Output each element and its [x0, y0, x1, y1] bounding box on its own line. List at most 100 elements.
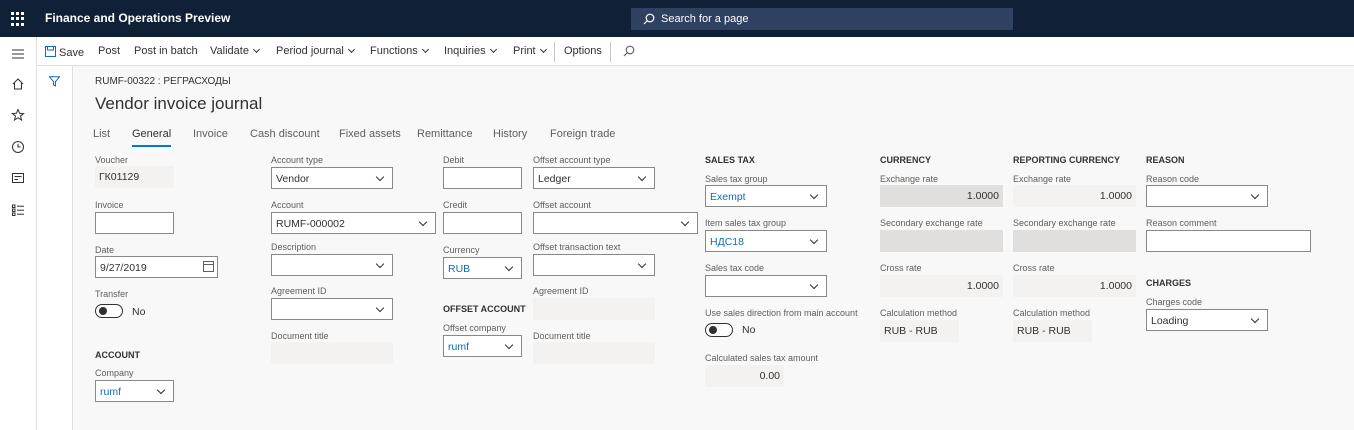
currency-select[interactable]: RUB [443, 257, 522, 279]
hamburger-menu-icon[interactable] [11, 47, 25, 61]
offset-transaction-text-select[interactable] [533, 254, 655, 276]
agreement-id-select[interactable] [271, 298, 393, 320]
exchange-rate-value: 1.0000 [880, 185, 1003, 207]
tab-invoice[interactable]: Invoice [193, 128, 228, 140]
app-title: Finance and Operations Preview [45, 11, 231, 25]
offset-document-title-label: Document title [533, 331, 591, 341]
offset-agreement-id-label: Agreement ID [533, 286, 589, 296]
period-journal-menu[interactable]: Period journal [276, 45, 355, 57]
reporting-calculation-method-value: RUB - RUB [1013, 320, 1092, 342]
options-button[interactable]: Options [564, 45, 602, 57]
reason-comment-label: Reason comment [1146, 218, 1217, 228]
chevron-down-icon [489, 45, 497, 54]
sales-tax-code-select[interactable] [705, 275, 827, 297]
action-bar: Save Post Post in batch Validate Period … [37, 37, 1354, 66]
debit-input[interactable] [443, 167, 522, 189]
offset-account-type-select[interactable]: Ledger [533, 167, 655, 189]
offset-account-label: Offset account [533, 200, 591, 210]
tab-list[interactable]: List [93, 128, 110, 140]
voucher-value: ГК01129 [95, 166, 174, 188]
save-label: Save [59, 47, 85, 59]
use-sales-direction-value: No [742, 324, 756, 336]
home-icon[interactable] [11, 77, 25, 91]
filter-icon[interactable] [49, 76, 60, 87]
search-icon [643, 13, 655, 25]
tab-fixed-assets[interactable]: Fixed assets [339, 128, 401, 140]
search-icon[interactable] [623, 45, 635, 57]
reporting-currency-section-header: REPORTING CURRENCY [1013, 155, 1121, 165]
charges-code-select[interactable]: Loading [1146, 309, 1268, 331]
debit-label: Debit [443, 155, 465, 165]
reporting-secondary-exchange-rate-label: Secondary exchange rate [1013, 218, 1116, 228]
offset-account-select[interactable] [533, 212, 698, 234]
validate-menu[interactable]: Validate [210, 45, 260, 57]
currency-label: Currency [443, 245, 480, 255]
item-sales-tax-group-label: Item sales tax group [705, 218, 787, 228]
account-section-header: ACCOUNT [95, 350, 140, 360]
reason-code-select[interactable] [1146, 185, 1268, 207]
document-title-label: Document title [271, 331, 329, 341]
use-sales-direction-toggle[interactable] [705, 323, 733, 337]
offset-company-select[interactable]: rumf [443, 335, 522, 357]
sales-tax-section-header: SALES TAX [705, 155, 755, 165]
transfer-label: Transfer [95, 289, 129, 299]
offset-document-title-value [533, 342, 655, 364]
date-input[interactable]: 9/27/2019 [95, 256, 218, 278]
calculated-sales-tax-value: 0.00 [705, 365, 784, 387]
tab-general[interactable]: General [132, 128, 172, 147]
transfer-toggle[interactable] [95, 304, 123, 318]
secondary-exchange-rate-value [880, 230, 1003, 252]
save-icon [45, 46, 56, 57]
inquiries-menu[interactable]: Inquiries [444, 45, 497, 57]
calculation-method-value: RUB - RUB [880, 320, 959, 342]
tab-cash-discount[interactable]: Cash discount [250, 128, 320, 140]
sales-tax-group-select[interactable]: Exempt [705, 185, 827, 207]
print-label: Print [513, 45, 536, 57]
favorites-star-icon[interactable] [11, 108, 25, 122]
recent-clock-icon[interactable] [11, 140, 25, 154]
search-placeholder: Search for a page [661, 13, 749, 25]
chevron-down-icon [347, 45, 355, 54]
reason-section-header: REASON [1146, 155, 1185, 165]
post-in-batch-button[interactable]: Post in batch [134, 45, 198, 57]
chevron-down-icon [252, 45, 260, 54]
currency-section-header: CURRENCY [880, 155, 932, 165]
print-menu[interactable]: Print [513, 45, 547, 57]
account-select[interactable]: RUMF-000002 [271, 212, 436, 234]
account-type-select[interactable]: Vendor [271, 167, 393, 189]
offset-agreement-id-value [533, 298, 655, 320]
description-select[interactable] [271, 254, 393, 276]
reason-code-label: Reason code [1146, 174, 1200, 184]
reason-comment-input[interactable] [1146, 230, 1311, 252]
item-sales-tax-group-select[interactable]: НДС18 [705, 230, 827, 252]
app-launcher-icon[interactable] [11, 12, 25, 26]
save-button[interactable]: Save [45, 45, 84, 59]
reporting-cross-rate-label: Cross rate [1013, 263, 1055, 273]
tab-history[interactable]: History [493, 128, 527, 140]
calendar-icon[interactable] [203, 261, 214, 272]
invoice-label: Invoice [95, 200, 124, 210]
functions-menu[interactable]: Functions [370, 45, 429, 57]
offset-company-label: Offset company [443, 323, 506, 333]
agreement-id-label: Agreement ID [271, 286, 327, 296]
reporting-exchange-rate-label: Exchange rate [1013, 174, 1072, 184]
tab-remittance[interactable]: Remittance [417, 128, 473, 140]
exchange-rate-label: Exchange rate [880, 174, 939, 184]
search-box[interactable]: Search for a page [631, 8, 1013, 30]
workspaces-icon[interactable] [11, 171, 25, 185]
company-select[interactable]: rumf [95, 380, 174, 402]
credit-label: Credit [443, 200, 468, 210]
invoice-input[interactable] [95, 212, 174, 234]
reporting-cross-rate-value: 1.0000 [1013, 275, 1136, 297]
calculated-sales-tax-label: Calculated sales tax amount [705, 353, 819, 363]
secondary-exchange-rate-label: Secondary exchange rate [880, 218, 983, 228]
post-button[interactable]: Post [98, 45, 120, 57]
modules-list-icon[interactable] [11, 203, 25, 217]
breadcrumb: RUMF-00322 : РЕГРАСХОДЫ [95, 76, 231, 87]
tab-foreign-trade[interactable]: Foreign trade [550, 128, 615, 140]
sales-tax-code-label: Sales tax code [705, 263, 765, 273]
reporting-exchange-rate-value: 1.0000 [1013, 185, 1136, 207]
credit-input[interactable] [443, 212, 522, 234]
offset-account-type-label: Offset account type [533, 155, 611, 165]
cross-rate-value: 1.0000 [880, 275, 1003, 297]
